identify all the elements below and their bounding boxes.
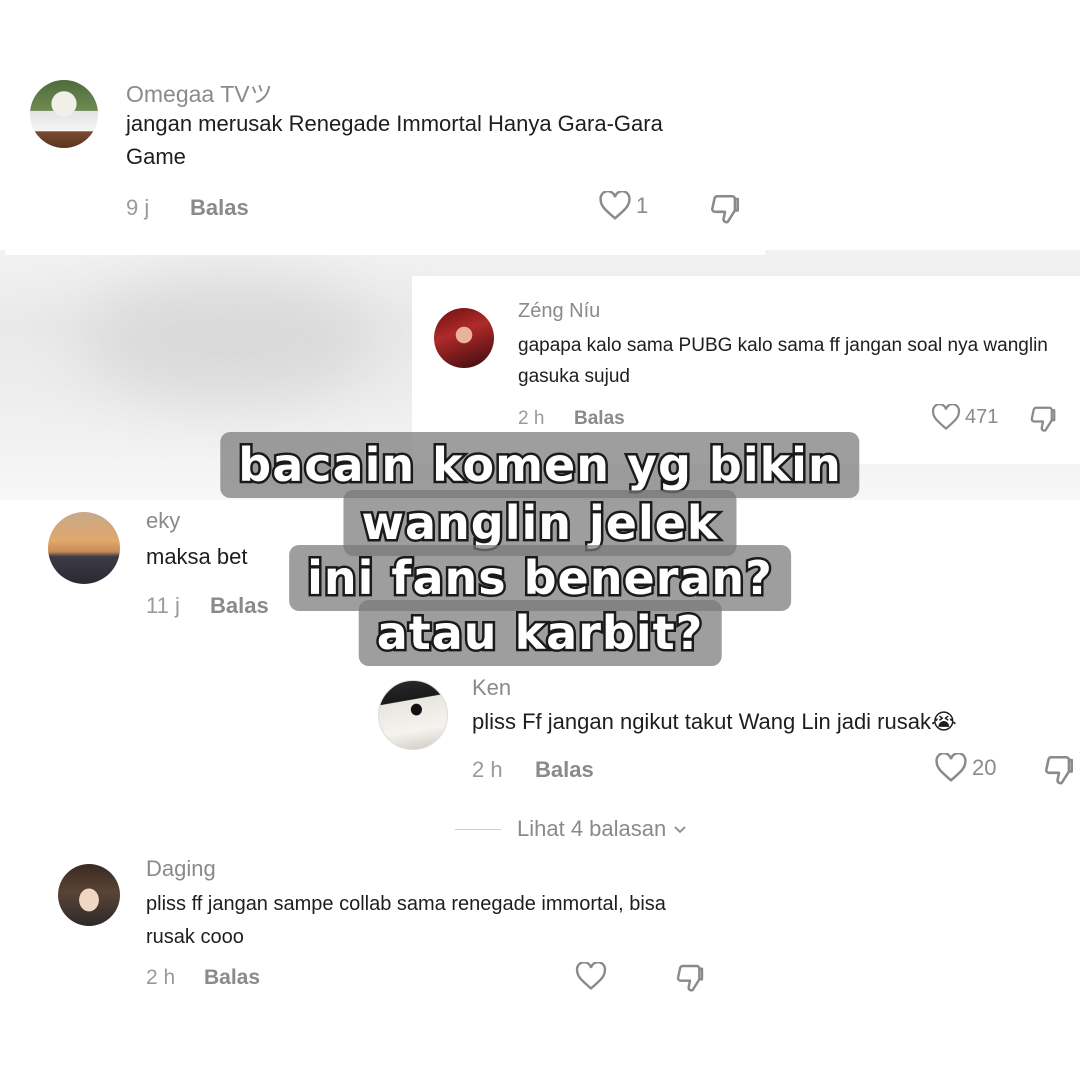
avatar[interactable] bbox=[48, 512, 120, 584]
view-replies-button[interactable]: Lihat 4 balasan bbox=[455, 816, 690, 842]
background-blob bbox=[80, 280, 380, 400]
timestamp: 2 h bbox=[146, 966, 176, 989]
username[interactable]: Ken bbox=[472, 675, 511, 701]
overlay-caption-line-4: atau karbit? bbox=[358, 600, 722, 666]
heart-outline-icon bbox=[575, 962, 607, 990]
like-button[interactable]: 471 bbox=[931, 404, 998, 431]
dislike-button[interactable] bbox=[708, 192, 742, 231]
thumbs-down-icon bbox=[1030, 406, 1056, 432]
comment-text: maksa bet bbox=[146, 544, 248, 569]
reply-button[interactable]: Balas bbox=[190, 195, 249, 221]
comment-5: Daging pliss ff jangan sampe collab sama… bbox=[0, 850, 1080, 1020]
timestamp: 11 j bbox=[146, 593, 180, 618]
thumbs-down-icon bbox=[710, 194, 740, 224]
avatar[interactable] bbox=[434, 308, 494, 368]
avatar[interactable] bbox=[30, 80, 98, 148]
heart-outline-icon bbox=[931, 404, 961, 431]
dislike-button[interactable] bbox=[1042, 753, 1076, 792]
view-replies-label: Lihat 4 balasan bbox=[517, 816, 667, 841]
comment-text: pliss Ff jangan ngikut takut Wang Lin ja… bbox=[472, 709, 957, 734]
heart-outline-icon bbox=[935, 753, 967, 782]
timestamp: 2 h bbox=[518, 408, 545, 429]
dislike-button[interactable] bbox=[1028, 404, 1058, 439]
avatar[interactable] bbox=[378, 680, 448, 750]
chevron-down-icon bbox=[674, 826, 686, 834]
comment-text: pliss ff jangan sampe collab sama renega… bbox=[146, 893, 666, 948]
like-count: 1 bbox=[636, 193, 649, 218]
avatar[interactable] bbox=[58, 864, 120, 926]
like-button[interactable]: 20 bbox=[934, 753, 996, 783]
reply-button[interactable]: Balas bbox=[210, 593, 269, 619]
overlay-caption-line-1: bacain komen yg bikin bbox=[220, 432, 860, 498]
like-count: 20 bbox=[972, 755, 997, 780]
thumbs-down-icon bbox=[676, 964, 704, 992]
heart-outline-icon bbox=[599, 191, 631, 220]
username[interactable]: Zéng Níu bbox=[518, 300, 600, 323]
comment-4: Ken pliss Ff jangan ngikut takut Wang Li… bbox=[360, 665, 1080, 805]
like-count: 471 bbox=[965, 406, 999, 428]
comment-text: gapapa kalo sama PUBG kalo sama ff janga… bbox=[518, 335, 1048, 388]
timestamp: 9 j bbox=[126, 195, 150, 220]
timestamp: 2 h bbox=[472, 757, 503, 782]
like-button[interactable]: 1 bbox=[598, 191, 648, 221]
username[interactable]: Daging bbox=[146, 856, 216, 882]
reply-button[interactable]: Balas bbox=[535, 757, 594, 783]
thumbs-down-icon bbox=[1044, 755, 1074, 785]
username[interactable]: Omegaa TVツ bbox=[126, 75, 273, 109]
reply-button[interactable]: Balas bbox=[204, 966, 260, 990]
like-button[interactable] bbox=[575, 962, 607, 991]
dislike-button[interactable] bbox=[674, 962, 706, 999]
comment-card-1: Omegaa TVツ jangan merusak Renegade Immor… bbox=[5, 45, 765, 255]
reply-button[interactable]: Balas bbox=[574, 408, 625, 430]
divider-line bbox=[455, 828, 501, 830]
comment-text: jangan merusak Renegade Immortal Hanya G… bbox=[126, 111, 663, 169]
username[interactable]: eky bbox=[146, 508, 180, 534]
